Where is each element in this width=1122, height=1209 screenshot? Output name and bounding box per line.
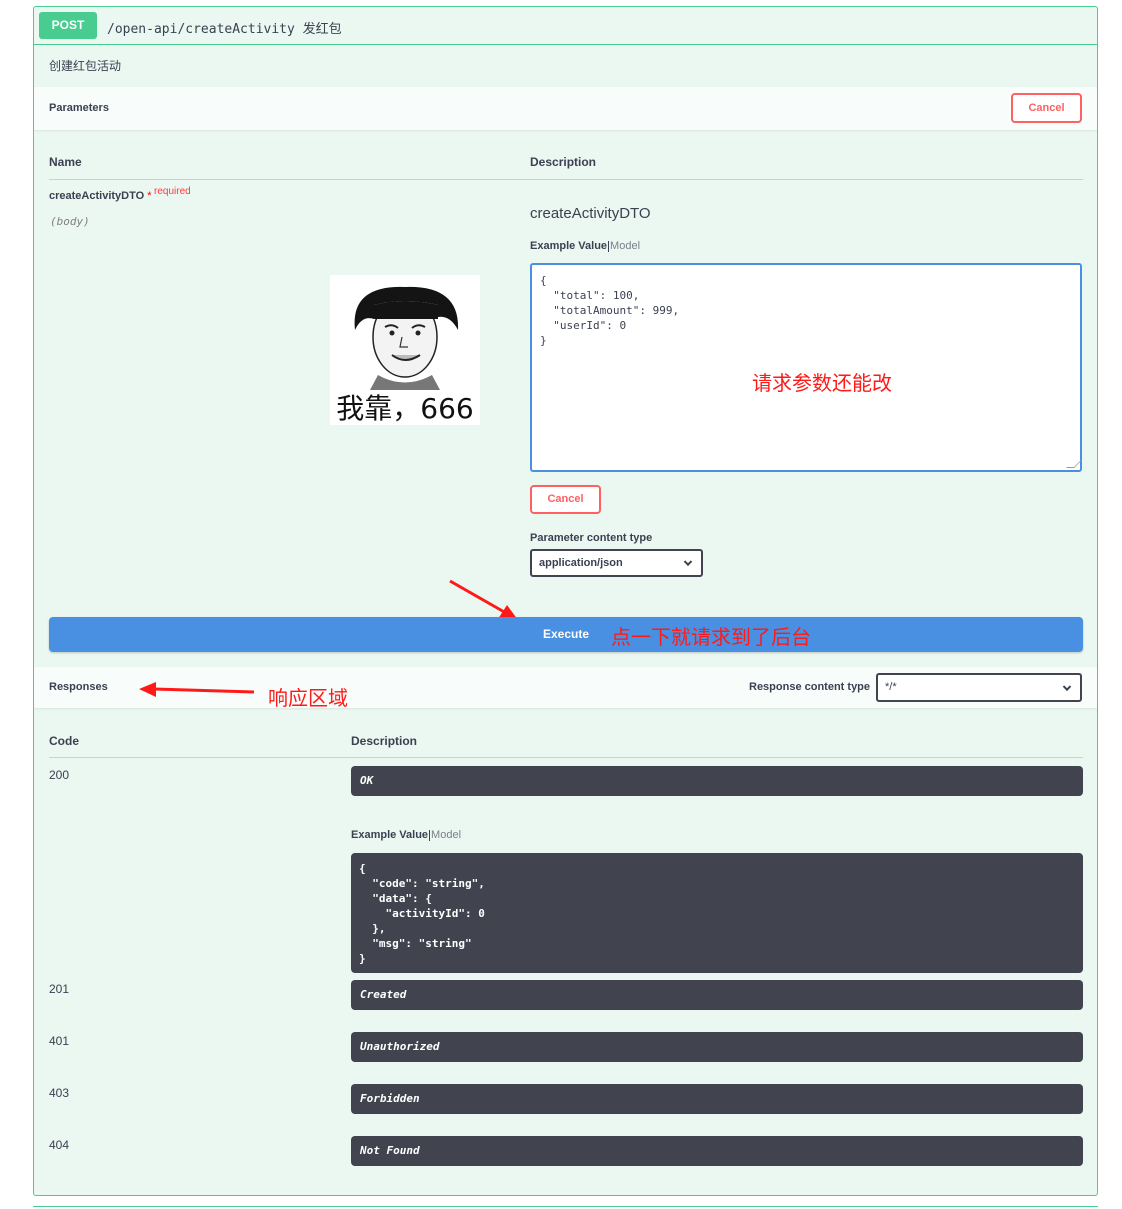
parameters-title: Parameters — [49, 102, 109, 114]
body-tabs: Example Value Model — [530, 240, 640, 252]
annotation-execute-hint: 点一下就请求到了后台 — [611, 625, 811, 649]
meme-sticker-image: 我靠，666 — [330, 275, 480, 425]
param-col-description: Description — [530, 155, 597, 169]
tab-example-value[interactable]: Example Value — [530, 240, 607, 252]
response-code: 404 — [49, 1138, 70, 1152]
body-model-name: createActivityDTO — [530, 205, 651, 222]
param-required-label: required — [154, 186, 191, 197]
operation-description: 创建红包活动 — [49, 59, 122, 73]
response-code: 200 — [49, 768, 70, 782]
response-example-text: { "code": "string", "data": { "activityI… — [359, 862, 485, 965]
path-text: /open-api/createActivity — [107, 22, 295, 37]
response-code: 403 — [49, 1086, 70, 1100]
chevron-down-icon — [683, 557, 693, 567]
annotation-editable: 请求参数还能改 — [752, 371, 892, 395]
response-content-type-select[interactable]: */* — [876, 673, 1082, 702]
param-name: createActivityDTO * — [49, 190, 152, 202]
response-content-type-label: Response content type — [749, 681, 871, 693]
execute-button[interactable]: Execute — [49, 617, 1083, 652]
tab-model[interactable]: Model — [431, 829, 461, 841]
param-col-name: Name — [49, 155, 82, 169]
opblock-post: POST /open-api/createActivity 发红包 创建红包活动… — [33, 6, 1098, 1196]
tab-divider — [429, 829, 431, 841]
annotation-responses-hint: 响应区域 — [268, 686, 348, 710]
response-description: Forbidden — [351, 1084, 1083, 1114]
response-tabs: Example Value Model — [351, 829, 461, 841]
param-in: (body) — [50, 215, 90, 228]
tab-model[interactable]: Model — [610, 240, 640, 252]
operation-path: /open-api/createActivity 发红包 — [107, 18, 342, 37]
response-description: Created — [351, 980, 1083, 1010]
param-header-divider — [49, 179, 1083, 180]
meme-face-icon — [354, 286, 459, 390]
parameters-header: Parameters Cancel — [34, 87, 1097, 130]
resize-handle-icon[interactable] — [1066, 460, 1082, 468]
parameter-content-type-select[interactable]: application/json — [530, 549, 703, 577]
chevron-down-icon — [1062, 682, 1072, 691]
response-description: OK — [351, 766, 1083, 796]
responses-header-divider — [49, 757, 1083, 758]
response-example-code: { "code": "string", "data": { "activityI… — [351, 853, 1083, 973]
method-badge: POST — [39, 12, 97, 39]
meme-caption: 我靠，666 — [336, 392, 474, 425]
path-summary: 发红包 — [302, 22, 342, 37]
response-description: Unauthorized — [351, 1032, 1083, 1062]
responses-col-code: Code — [49, 734, 79, 748]
param-required-star: * — [144, 190, 152, 202]
tab-divider — [608, 240, 610, 252]
response-code: 201 — [49, 982, 70, 996]
operation-summary[interactable]: POST /open-api/createActivity 发红包 — [34, 7, 1097, 45]
response-content-type-value: */* — [885, 681, 897, 693]
responses-col-description: Description — [351, 734, 418, 748]
param-name-text: createActivityDTO — [49, 190, 145, 202]
response-description: Not Found — [351, 1136, 1083, 1166]
try-out-cancel-button[interactable]: Cancel — [1011, 93, 1082, 123]
parameter-content-type-value: application/json — [539, 557, 623, 569]
responses-title: Responses — [49, 681, 108, 693]
request-body-editor[interactable]: { "total": 100, "totalAmount": 999, "use… — [530, 263, 1082, 472]
response-code: 401 — [49, 1034, 70, 1048]
annotation-arrow-responses-icon — [139, 682, 255, 697]
body-cancel-button[interactable]: Cancel — [530, 485, 601, 514]
parameter-content-type-label: Parameter content type — [530, 532, 653, 544]
tab-example-value[interactable]: Example Value — [351, 829, 428, 841]
request-body-text[interactable]: { "total": 100, "totalAmount": 999, "use… — [540, 273, 679, 348]
